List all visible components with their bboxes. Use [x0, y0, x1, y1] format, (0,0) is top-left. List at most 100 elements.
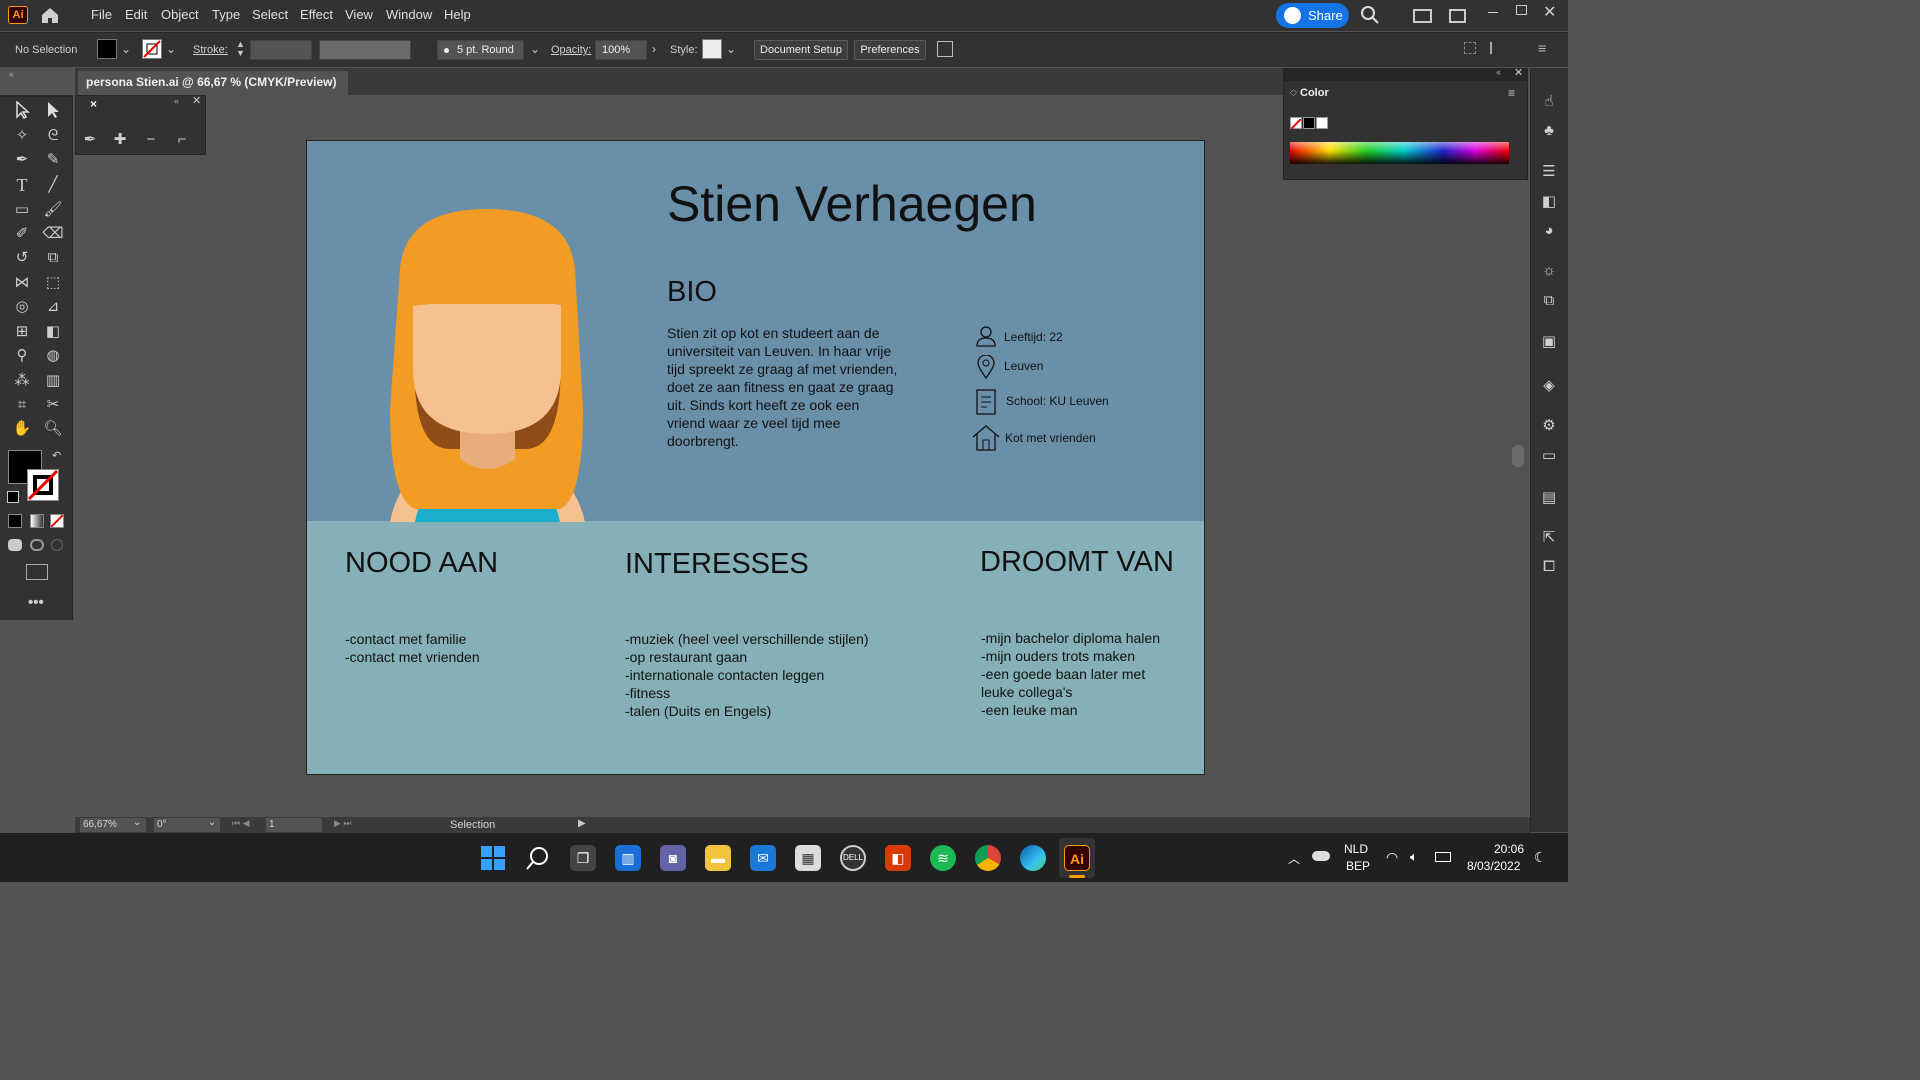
mesh-tool-icon[interactable]: ⊞	[11, 322, 33, 342]
anchor-point-icon[interactable]: ⌐	[171, 130, 193, 150]
menu-file[interactable]: File	[91, 7, 112, 22]
artboard[interactable]: Stien Verhaegen BIO Stien zit op kot en …	[306, 140, 1205, 775]
preferences-button[interactable]: Preferences	[854, 40, 926, 60]
swap-colors-icon[interactable]: ↶	[52, 449, 61, 462]
line-tool-icon[interactable]: ╱	[42, 175, 64, 195]
vertical-scrollbar[interactable]	[1512, 182, 1526, 812]
close-icon[interactable]: ✕	[1514, 66, 1523, 79]
lasso-icon[interactable]: ᘓ	[42, 126, 64, 146]
focus-assist-icon[interactable]: ☾	[1534, 849, 1547, 866]
blend-tool-icon[interactable]: ◍	[42, 346, 64, 366]
widgets-icon[interactable]: ▥	[615, 845, 641, 871]
first-artboard-icon[interactable]: ⏮ ◀	[232, 818, 250, 829]
edge-icon[interactable]	[1020, 845, 1046, 871]
draw-normal-icon[interactable]	[8, 539, 22, 551]
collapse-icon[interactable]: «	[9, 69, 14, 79]
rectangle-tool-icon[interactable]: ▭	[11, 200, 33, 220]
panel-menu-icon[interactable]: ≡	[1508, 86, 1515, 100]
transparency-icon[interactable]: ◕	[1539, 222, 1559, 242]
stroke-panel-icon[interactable]: ☰	[1539, 162, 1559, 182]
add-anchor-icon[interactable]: ✚	[109, 130, 131, 150]
libraries-icon[interactable]: ▣	[1539, 332, 1559, 352]
menu-type[interactable]: Type	[212, 7, 240, 22]
perspective-grid-icon[interactable]: ⊿	[42, 297, 64, 317]
search-icon[interactable]	[526, 846, 550, 873]
pen-tool-icon[interactable]: ✒	[79, 130, 101, 150]
home-icon[interactable]	[40, 6, 60, 24]
spotify-icon[interactable]: ≋	[930, 845, 956, 871]
align-icon[interactable]	[1464, 42, 1476, 54]
dell-icon[interactable]: DELL	[840, 845, 866, 871]
more-tools-icon[interactable]: •••	[28, 594, 44, 611]
close-icon[interactable]: ✕	[192, 94, 201, 107]
direct-selection-tool-icon[interactable]	[42, 101, 64, 121]
close-tab-icon[interactable]: ×	[90, 97, 97, 111]
artboard-tool-icon[interactable]: ⌗	[11, 395, 33, 415]
volume-icon[interactable]: 🔈︎	[1410, 849, 1418, 865]
menu-effect[interactable]: Effect	[300, 7, 333, 22]
curvature-tool-icon[interactable]: ✎	[42, 150, 64, 170]
stroke-stepper-icon[interactable]: ▲ ▼	[236, 40, 245, 58]
eraser-icon[interactable]: ⌫	[42, 224, 64, 244]
share-button[interactable]: Share	[1276, 3, 1349, 28]
selection-tool-icon[interactable]	[11, 100, 33, 121]
chevron-down-icon[interactable]: ⌄	[121, 42, 131, 56]
minimize-icon[interactable]	[1488, 12, 1498, 13]
paintbrush-icon[interactable]: 🖌	[42, 200, 64, 220]
width-tool-icon[interactable]: ⋈	[11, 273, 33, 293]
symbol-sprayer-icon[interactable]: ⁂	[11, 371, 33, 391]
draw-behind-icon[interactable]	[30, 539, 44, 551]
microsoft-store-icon[interactable]: ▦	[795, 845, 821, 871]
document-setup-button[interactable]: Document Setup	[754, 40, 848, 60]
gradient-mode-icon[interactable]	[30, 514, 44, 528]
chevron-down-icon[interactable]: ⌄	[133, 817, 141, 828]
office-icon[interactable]: ◧	[885, 845, 911, 871]
pen-tool-icon[interactable]: ✒	[11, 150, 33, 170]
vertical-scroll-thumb[interactable]	[1512, 445, 1524, 467]
delete-anchor-icon[interactable]: −	[140, 130, 162, 150]
color-panel-tab[interactable]: ◇ Color	[1286, 82, 1338, 106]
stroke-weight-input[interactable]	[250, 40, 312, 60]
task-view-icon[interactable]: ❐	[570, 845, 596, 871]
menu-help[interactable]: Help	[444, 7, 471, 22]
touch-icon[interactable]: ☝	[1539, 92, 1559, 112]
collapse-icon[interactable]: «	[174, 96, 179, 106]
transform-icon[interactable]	[1490, 42, 1504, 54]
chevron-down-icon[interactable]: ⌄	[166, 42, 176, 56]
arrange-panel-icon[interactable]: ⧠	[1539, 558, 1559, 578]
eyedropper-icon[interactable]: ⚲	[11, 346, 33, 366]
screen-mode-icon[interactable]	[26, 564, 48, 580]
chevron-down-icon[interactable]: ⌄	[530, 42, 540, 56]
teams-chat-icon[interactable]: ◙	[660, 845, 686, 871]
draw-inside-icon[interactable]	[51, 539, 63, 551]
black-swatch[interactable]	[1303, 117, 1315, 129]
magic-wand-icon[interactable]: ✧	[11, 126, 33, 146]
menu-object[interactable]: Object	[161, 7, 199, 22]
opacity-input[interactable]: 100%	[595, 40, 647, 60]
none-swatch[interactable]	[1290, 117, 1302, 130]
graphic-style-swatch[interactable]	[702, 39, 722, 59]
slice-tool-icon[interactable]: ✂	[42, 395, 64, 415]
chevron-up-icon[interactable]: ︿	[1288, 850, 1300, 867]
clock-date[interactable]: 8/03/2022	[1467, 859, 1520, 873]
variable-width-profile[interactable]	[319, 40, 411, 60]
menu-window[interactable]: Window	[386, 7, 432, 22]
chevron-down-icon[interactable]: ⌄	[726, 42, 736, 56]
gradient-tool-icon[interactable]: ◧	[42, 322, 64, 342]
menu-view[interactable]: View	[345, 7, 373, 22]
chevron-right-icon[interactable]: ›	[652, 42, 656, 56]
artboard-number-field[interactable]: 1	[266, 818, 322, 832]
white-swatch[interactable]	[1316, 117, 1328, 129]
close-icon[interactable]: ✕	[1543, 2, 1556, 22]
menu-select[interactable]: Select	[252, 7, 288, 22]
chevron-down-icon[interactable]: ⌄	[208, 817, 216, 828]
menu-icon[interactable]: ≡	[1538, 40, 1546, 56]
scale-tool-icon[interactable]: ⧉	[42, 248, 64, 268]
stroke-swatch[interactable]	[142, 39, 162, 59]
layers-icon[interactable]: ◈	[1539, 376, 1559, 396]
zoom-tool-icon[interactable]: 🔍︎	[42, 419, 64, 439]
stroke-color-box[interactable]	[27, 469, 59, 501]
language-indicator[interactable]: NLD	[1344, 842, 1368, 856]
export-icon[interactable]: ⇱	[1539, 528, 1559, 548]
menu-edit[interactable]: Edit	[125, 7, 147, 22]
